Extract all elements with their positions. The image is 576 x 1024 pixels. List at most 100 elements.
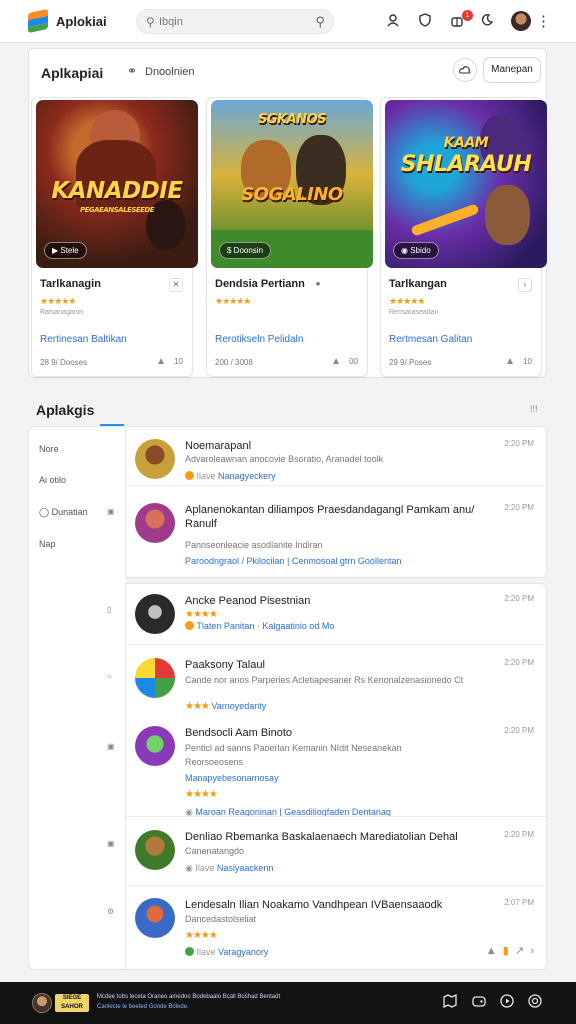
section-more[interactable]: !!! xyxy=(530,404,538,414)
item-title: Lendesaln Ilian Noakamo Vandhpean IVBaen… xyxy=(185,899,443,911)
item-desc: Pannseonleacie asodlanite Indiran xyxy=(185,540,323,550)
app-icon xyxy=(135,658,175,698)
card-meta: Ratsanaganin xyxy=(40,309,84,316)
more-menu-icon[interactable]: ⋮ xyxy=(536,12,551,30)
list-item[interactable]: Aplanenokantan diliampos Praesdandagangl… xyxy=(126,503,546,573)
art-subtitle: SGKANOS xyxy=(258,112,326,127)
game-art: KANADDIE PEGAEANSALESEEDE ▶ Stele xyxy=(36,100,198,268)
item-desc: Reorsoeosens xyxy=(185,757,244,767)
app-icon xyxy=(135,726,175,766)
like-icon[interactable]: ▲ xyxy=(156,356,166,367)
art-chip: $ Doonsin xyxy=(219,242,272,259)
search-submit-icon[interactable]: ⚲ xyxy=(315,14,325,30)
chart-icon[interactable]: ▮ xyxy=(503,945,509,957)
card-name: Dendsia Pertiann xyxy=(215,278,305,290)
gamepad-icon[interactable] xyxy=(470,994,488,1012)
like-icon[interactable]: ▲ xyxy=(505,356,515,367)
art-title: KANADDIE xyxy=(51,178,183,204)
featured-action-button[interactable]: Manepan xyxy=(483,57,541,83)
item-title: Aplanenokantan diliampos Praesdandagangl… xyxy=(185,504,475,530)
item-desc: Advaroleawnan anocovie Bsoratio, Aranade… xyxy=(185,454,384,464)
item-meta: Paroodngraol / Pkilocilan | Cenmosoal gt… xyxy=(185,556,402,566)
chevron-right-icon[interactable]: › xyxy=(530,945,534,957)
list-item[interactable]: Ancke Peanod Pisestnian ★★★★ Tlaten Pani… xyxy=(126,594,546,644)
app-list: Ancke Peanod Pisestnian ★★★★ Tlaten Pani… xyxy=(125,583,547,970)
card-footer: 28 9/ Dooses xyxy=(40,358,88,367)
featured-card[interactable]: KANADDIE PEGAEANSALESEEDE ▶ Stele Tarlka… xyxy=(31,97,198,377)
search-input[interactable] xyxy=(159,13,309,31)
play-icon[interactable] xyxy=(498,994,516,1012)
app-title: Aplokiai xyxy=(56,14,107,29)
bottom-text-2: Canlecte le beeted Gonde Bolede. xyxy=(97,1004,189,1010)
game-logo[interactable]: SIEGE SAHOR xyxy=(55,994,89,1012)
sidebar-box-icon: ▣ xyxy=(107,507,115,516)
download-icon: ⚭ xyxy=(127,64,138,78)
list-item[interactable]: Paaksony Talaul Cande nor anos Parperies… xyxy=(126,658,546,718)
shield-icon[interactable] xyxy=(416,13,434,31)
sidebar-circle-icon: ○ xyxy=(107,672,112,681)
share-icon[interactable]: ↗ xyxy=(515,945,524,957)
user-icon[interactable] xyxy=(384,13,402,31)
card-link[interactable]: Rerotikseln Pelidaln xyxy=(215,334,303,345)
item-title: Denliao Rbemanka Baskalaenaech Marediato… xyxy=(185,831,458,843)
sidebar-image-icon: ▣ xyxy=(107,839,115,848)
featured-subtitle[interactable]: Dnoolnien xyxy=(145,66,195,78)
card-link[interactable]: Rertmesan Galitan xyxy=(389,334,472,345)
featured-title: Aplkapiai xyxy=(41,65,104,81)
sidebar-image-icon: ▣ xyxy=(107,742,115,751)
featured-card[interactable]: SGKANOS SOGALINO $ Doonsin Dendsia Perti… xyxy=(206,97,373,377)
art-subtitle: PEGAEANSALESEEDE xyxy=(79,206,155,214)
rating-stars: ★★★★★ xyxy=(40,296,76,306)
row-tools: ▲ ▮ ↗ › xyxy=(486,944,534,957)
avatar[interactable] xyxy=(511,11,531,31)
card-count: 00 xyxy=(349,357,358,366)
app-icon xyxy=(135,830,175,870)
game-art: KAAM SHLARAUH ◉ Sbido xyxy=(385,100,547,268)
app-icon xyxy=(135,503,175,543)
sidebar-gear-icon: ⚙ xyxy=(107,907,115,916)
list-item[interactable]: Denliao Rbemanka Baskalaenaech Marediato… xyxy=(126,830,546,876)
item-meta: Ilave Varagyanory xyxy=(185,946,268,958)
card-info-icon[interactable]: ● xyxy=(311,278,325,292)
profile-thumb[interactable] xyxy=(32,993,52,1013)
item-title: Noemarapanl xyxy=(185,440,252,452)
sidebar-item-map[interactable]: Nap xyxy=(39,539,56,549)
card-close-icon[interactable]: ✕ xyxy=(169,278,183,292)
item-time: 2:20 PM xyxy=(504,594,534,603)
card-footer: 200 / 3008 xyxy=(215,358,253,367)
card-count: 10 xyxy=(174,357,183,366)
list-item[interactable]: Lendesaln Ilian Noakamo Vandhpean IVBaen… xyxy=(126,898,546,958)
item-time: 2:20 PM xyxy=(504,503,534,512)
list-item[interactable]: Bendsocli Aam Binoto Penticl ad sanns Pa… xyxy=(126,726,546,817)
item-time: 2:20 PM xyxy=(504,658,534,667)
item-rating: ★★★★ xyxy=(185,789,218,800)
card-name: Tarlkanagin xyxy=(40,278,101,290)
item-meta: ★★★ Varnoyedanty xyxy=(185,701,267,712)
cloud-button[interactable] xyxy=(453,58,477,82)
sidebar-item-filter[interactable]: Ai otilo xyxy=(39,475,66,485)
app-list: Noemarapanl Advaroleawnan anocovie Bsora… xyxy=(125,426,547,578)
item-time: 2:20 PM xyxy=(504,830,534,839)
item-desc: Penticl ad sanns Paoerlan Kemanin NIdit … xyxy=(185,743,402,753)
item-time: 2:20 PM xyxy=(504,726,534,735)
moon-icon[interactable] xyxy=(478,13,496,31)
settings-icon[interactable] xyxy=(526,994,544,1012)
card-link[interactable]: Rertinesan Baltikan xyxy=(40,334,127,345)
apps-sidebar: Nore Ai otilo ◯ Dunatian ▣ Nap ▯ ○ ▣ ▣ ⚙ xyxy=(28,426,126,970)
featured-card[interactable]: KAAM SHLARAUH ◉ Sbido Tarlkangan › ★★★★★… xyxy=(380,97,547,377)
item-meta: Ilave Nanagyeckery xyxy=(185,470,276,482)
pin-icon[interactable]: ▲ xyxy=(486,945,497,957)
search-bar[interactable]: ⚲ ⚲ xyxy=(136,9,334,34)
item-meta: ◉ Ilave Nasiyaackenn xyxy=(185,863,274,873)
art-title: SHLARAUH xyxy=(400,152,532,177)
rating-stars: ★★★★★ xyxy=(215,296,251,306)
app-logo[interactable] xyxy=(28,8,48,34)
map-icon[interactable] xyxy=(441,993,459,1012)
item-title: Ancke Peanod Pisestnian xyxy=(185,595,311,607)
card-expand-icon[interactable]: › xyxy=(518,278,532,292)
list-item[interactable]: Noemarapanl Advaroleawnan anocovie Bsora… xyxy=(126,439,546,497)
like-icon[interactable]: ▲ xyxy=(331,356,341,367)
sidebar-item-donation[interactable]: ◯ Dunatian xyxy=(39,507,88,518)
sidebar-item-home[interactable]: Nore xyxy=(39,444,59,454)
art-chip: ◉ Sbido xyxy=(393,242,439,259)
